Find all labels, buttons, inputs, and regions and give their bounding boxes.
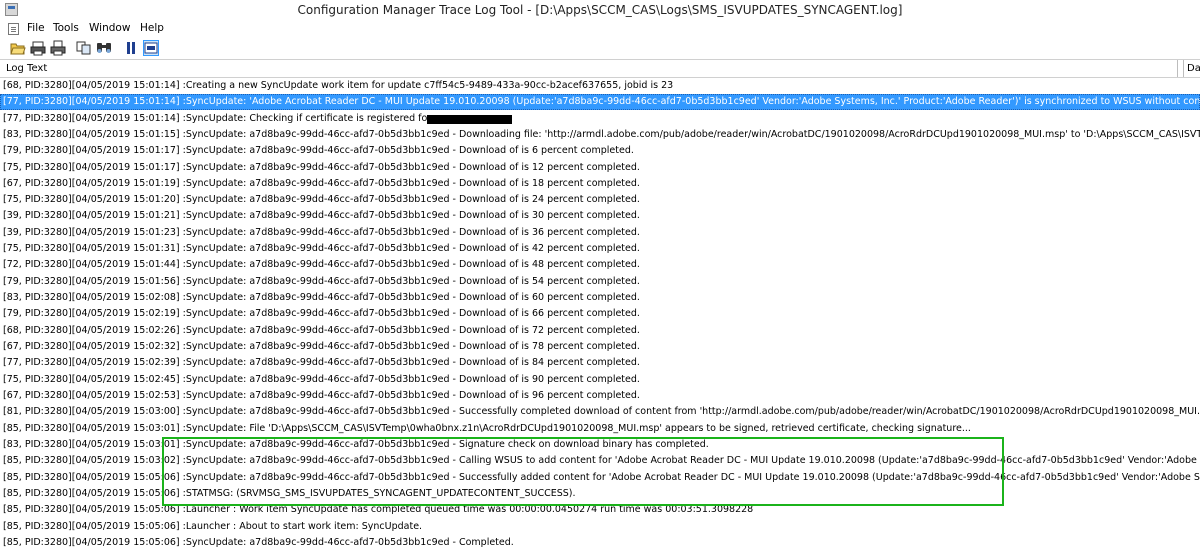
- column-divider[interactable]: [1177, 60, 1178, 77]
- log-row[interactable]: [77, PID:3280][04/05/2019 15:02:39] :Syn…: [0, 355, 1200, 371]
- log-row[interactable]: [39, PID:3280][04/05/2019 15:01:23] :Syn…: [0, 225, 1200, 241]
- log-row[interactable]: [85, PID:3280][04/05/2019 15:03:01] :Syn…: [0, 421, 1200, 437]
- log-row[interactable]: [75, PID:3280][04/05/2019 15:01:20] :Syn…: [0, 192, 1200, 208]
- open-icon[interactable]: [10, 40, 26, 56]
- log-row[interactable]: [83, PID:3280][04/05/2019 15:01:15] :Syn…: [0, 127, 1200, 143]
- log-row[interactable]: [85, PID:3280][04/05/2019 15:05:06] :Syn…: [0, 470, 1200, 486]
- highlight-icon[interactable]: [143, 40, 159, 56]
- column-log-text[interactable]: Log Text: [6, 63, 47, 74]
- log-row[interactable]: [85, PID:3280][04/05/2019 15:05:06] :Lau…: [0, 502, 1200, 518]
- log-row[interactable]: [79, PID:3280][04/05/2019 15:01:56] :Syn…: [0, 274, 1200, 290]
- log-row[interactable]: [83, PID:3280][04/05/2019 15:03:01] :Syn…: [0, 437, 1200, 453]
- pause-icon[interactable]: [123, 40, 139, 56]
- title-bar: Configuration Manager Trace Log Tool - […: [0, 0, 1200, 21]
- log-row[interactable]: [67, PID:3280][04/05/2019 15:01:19] :Syn…: [0, 176, 1200, 192]
- log-row[interactable]: [85, PID:3280][04/05/2019 15:05:06] :Syn…: [0, 535, 1200, 551]
- redacted-server-name: [427, 115, 512, 124]
- log-row[interactable]: [75, PID:3280][04/05/2019 15:01:17] :Syn…: [0, 160, 1200, 176]
- log-row[interactable]: [68, PID:3280][04/05/2019 15:01:14] :Cre…: [0, 78, 1200, 94]
- print-icon[interactable]: [50, 40, 66, 56]
- log-row[interactable]: [79, PID:3280][04/05/2019 15:02:19] :Syn…: [0, 306, 1200, 322]
- column-header: Log Text Da: [0, 60, 1200, 78]
- log-row[interactable]: [85, PID:3280][04/05/2019 15:03:02] :Syn…: [0, 453, 1200, 469]
- menu-file[interactable]: File: [27, 22, 45, 34]
- log-row[interactable]: [68, PID:3280][04/05/2019 15:02:26] :Syn…: [0, 323, 1200, 339]
- log-row[interactable]: [79, PID:3280][04/05/2019 15:01:17] :Syn…: [0, 143, 1200, 159]
- copy-icon[interactable]: [76, 40, 92, 56]
- log-row[interactable]: [85, PID:3280][04/05/2019 15:05:06] :Lau…: [0, 519, 1200, 535]
- menu-window[interactable]: Window: [89, 22, 130, 34]
- print-preview-icon[interactable]: [30, 40, 46, 56]
- log-row[interactable]: [75, PID:3280][04/05/2019 15:01:31] :Syn…: [0, 241, 1200, 257]
- log-row[interactable]: [67, PID:3280][04/05/2019 15:02:53] :Syn…: [0, 388, 1200, 404]
- log-row[interactable]: [67, PID:3280][04/05/2019 15:02:32] :Syn…: [0, 339, 1200, 355]
- log-row-selected[interactable]: [77, PID:3280][04/05/2019 15:01:14] :Syn…: [0, 94, 1200, 110]
- log-row-text: [77, PID:3280][04/05/2019 15:01:14] :Syn…: [3, 113, 465, 124]
- menu-bar: File Tools Window Help: [0, 20, 1200, 38]
- log-row[interactable]: [75, PID:3280][04/05/2019 15:02:45] :Syn…: [0, 372, 1200, 388]
- document-icon[interactable]: [8, 23, 19, 35]
- log-row[interactable]: [81, PID:3280][04/05/2019 15:03:00] :Syn…: [0, 404, 1200, 420]
- log-row[interactable]: [77, PID:3280][04/05/2019 15:01:14] :Syn…: [0, 111, 1200, 127]
- log-row[interactable]: [83, PID:3280][04/05/2019 15:02:08] :Syn…: [0, 290, 1200, 306]
- log-row[interactable]: [85, PID:3280][04/05/2019 15:05:06] :STA…: [0, 486, 1200, 502]
- menu-help[interactable]: Help: [140, 22, 164, 34]
- log-row[interactable]: [39, PID:3280][04/05/2019 15:01:21] :Syn…: [0, 208, 1200, 224]
- find-icon[interactable]: [96, 40, 112, 56]
- column-divider[interactable]: [1183, 60, 1184, 77]
- menu-tools[interactable]: Tools: [53, 22, 79, 34]
- column-date[interactable]: Da: [1187, 63, 1200, 74]
- toolbar: [0, 38, 1200, 60]
- log-row[interactable]: [72, PID:3280][04/05/2019 15:01:44] :Syn…: [0, 257, 1200, 273]
- window-title: Configuration Manager Trace Log Tool - […: [297, 3, 903, 17]
